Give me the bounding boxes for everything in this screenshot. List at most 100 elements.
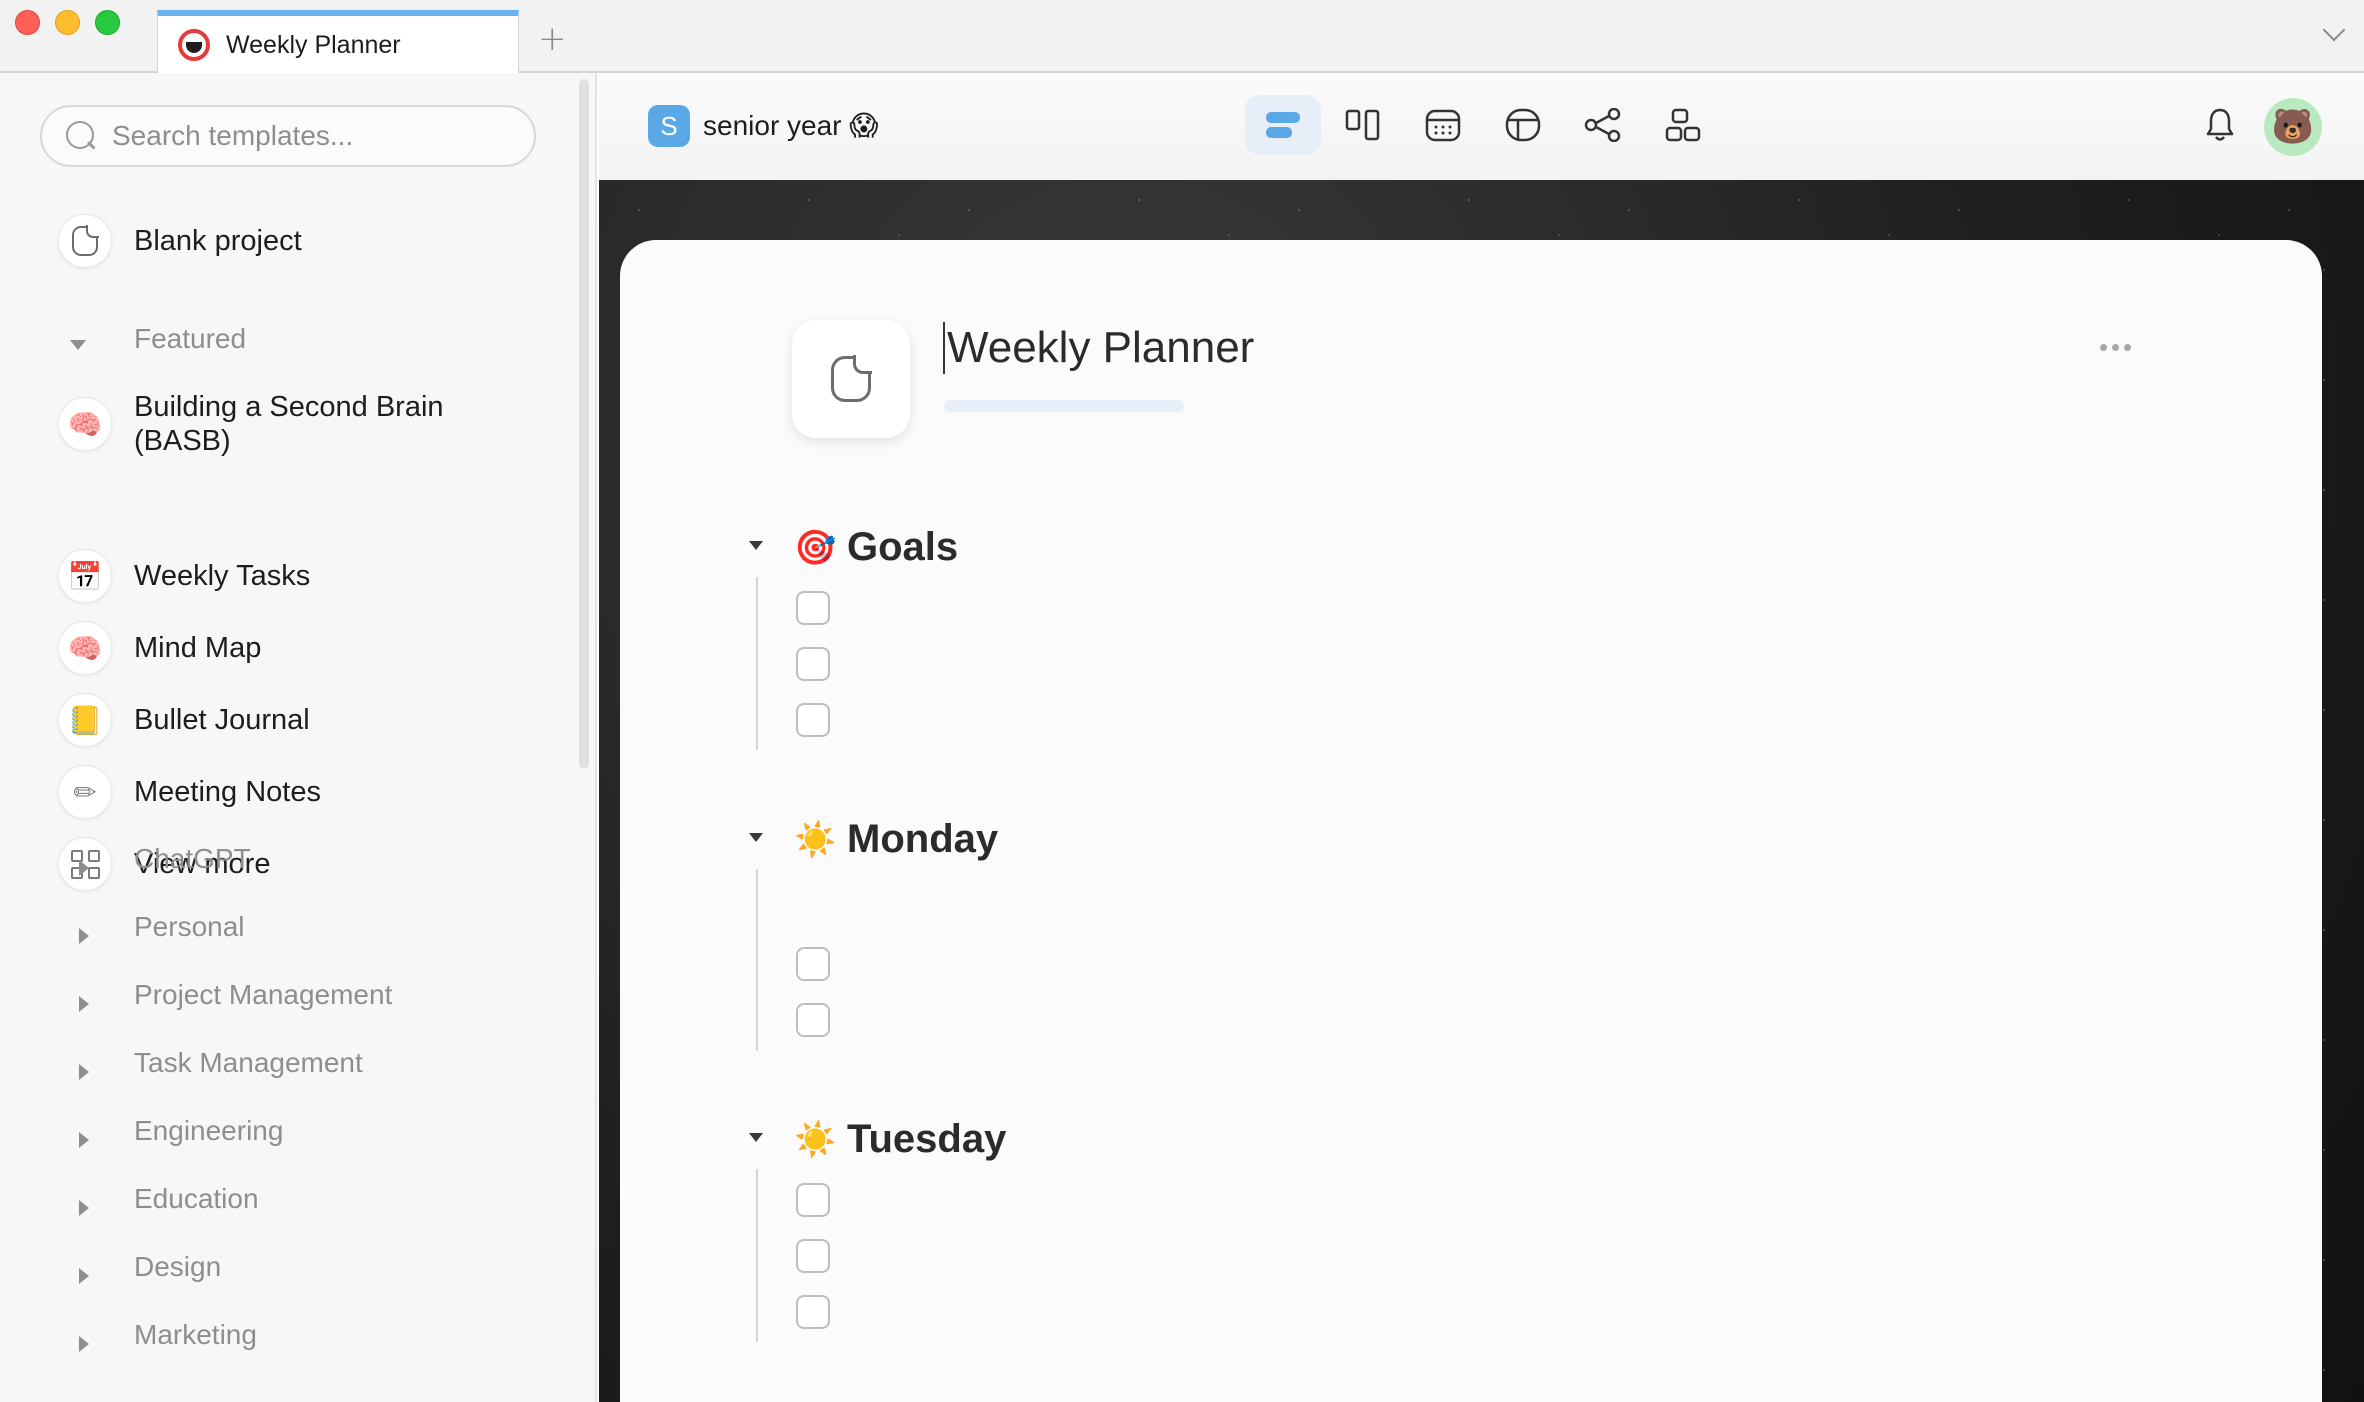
section-personal[interactable]: Personal [70,911,245,944]
pencil-icon: ✏ [58,765,112,819]
section-label: ChatGPT [134,843,251,874]
sidebar-item-basb[interactable]: 🧠 Building a Second Brain (BASB) [58,390,444,458]
minimize-window-button[interactable] [55,10,80,35]
calendar-icon: 📅 [58,549,112,603]
checkbox[interactable] [796,647,830,681]
target-icon: 🎯 [794,528,837,568]
workspace-badge[interactable]: S [648,105,690,147]
app-logo-icon [178,29,210,61]
tab-title: Weekly Planner [226,30,401,59]
document-icon[interactable] [792,320,910,438]
checkbox[interactable] [796,703,830,737]
section-chatgpt[interactable]: ChatGPT [70,843,251,876]
calendar-view-button[interactable] [1405,95,1481,155]
sidebar-item-label: Meeting Notes [134,776,321,808]
caret-right-icon [79,1268,89,1284]
new-tab-button[interactable]: + [538,22,567,56]
search-icon [66,121,96,151]
page-title[interactable]: Weekly Planner [943,322,1254,374]
section-featured[interactable]: Featured [70,323,246,354]
sun-icon: ☀️ [794,1120,837,1160]
tab-weekly-planner[interactable]: Weekly Planner [157,10,519,74]
section-label: Marketing [134,1319,257,1350]
chevron-down-icon[interactable] [2322,18,2346,42]
avatar[interactable]: 🐻 [2264,98,2322,156]
window-titlebar: Weekly Planner + [0,0,2364,74]
zoom-window-button[interactable] [95,10,120,35]
board-view-button[interactable] [1325,95,1401,155]
brain-icon: 🧠 [58,621,112,675]
checkbox[interactable] [796,1003,830,1037]
mindmap-view-icon [1584,108,1621,142]
sidebar-item-label: Weekly Tasks [134,560,311,592]
section-project-management[interactable]: Project Management [70,979,392,1012]
page-icon [831,355,872,402]
title-progress [944,400,1184,412]
section-label: Featured [134,323,247,354]
brain-icon: 🧠 [58,397,112,451]
caret-right-icon [79,1064,89,1080]
section-heading-tuesday[interactable]: Tuesday [847,1117,1006,1162]
section-guide-line [756,1169,758,1342]
checkbox[interactable] [796,1183,830,1217]
caret-down-icon [749,833,763,842]
sidebar: Blank project Featured 🧠 Building a Seco… [0,73,597,1402]
section-toggle-tuesday[interactable] [749,1133,763,1142]
sidebar-item-mind-map[interactable]: 🧠 Mind Map [58,621,261,675]
caret-right-icon [79,996,89,1012]
outline-view-button[interactable] [1245,95,1321,155]
caret-right-icon [79,1132,89,1148]
section-label: Design [134,1251,222,1282]
bell-icon[interactable] [2205,107,2235,143]
section-heading-monday[interactable]: Monday [847,817,998,862]
section-label: Personal [134,911,245,942]
main-toolbar: S senior year 😱 🐻 [599,73,2364,180]
caret-down-icon [749,1133,763,1142]
board-view-icon [1345,109,1380,141]
section-heading-goals[interactable]: Goals [847,525,958,570]
section-label: Education [134,1183,259,1214]
close-window-button[interactable] [15,10,40,35]
sidebar-item-meeting-notes[interactable]: ✏ Meeting Notes [58,765,321,819]
table-view-button[interactable] [1485,95,1561,155]
checkbox[interactable] [796,1239,830,1273]
section-guide-line [756,869,758,1051]
section-toggle-monday[interactable] [749,833,763,842]
section-engineering[interactable]: Engineering [70,1115,283,1148]
checkbox[interactable] [796,947,830,981]
table-view-icon [1505,108,1541,142]
caret-down-icon [70,340,86,350]
section-label: Task Management [134,1047,363,1078]
section-label: Project Management [134,979,393,1010]
widgets-view-icon [1665,108,1701,142]
sidebar-item-label: Building a Second Brain (BASB) [134,391,444,457]
checkbox[interactable] [796,1295,830,1329]
page-icon [58,214,112,268]
section-task-management[interactable]: Task Management [70,1047,363,1080]
caret-right-icon [79,860,89,876]
sidebar-scrollbar[interactable] [579,79,589,769]
section-label: Engineering [134,1115,284,1146]
sidebar-item-weekly-tasks[interactable]: 📅 Weekly Tasks [58,549,310,603]
widgets-view-button[interactable] [1645,95,1721,155]
search-box[interactable] [40,105,536,167]
caret-right-icon [79,1200,89,1216]
section-marketing[interactable]: Marketing [70,1319,257,1352]
outline-view-icon [1266,112,1300,138]
checkbox[interactable] [796,591,830,625]
sidebar-item-blank-project[interactable]: Blank project [58,214,302,268]
caret-right-icon [79,1336,89,1352]
calendar-view-icon [1425,109,1461,142]
search-input[interactable] [112,120,512,152]
sidebar-item-label: Mind Map [134,632,262,664]
more-options-button[interactable] [2100,344,2131,351]
mindmap-view-button[interactable] [1565,95,1641,155]
sun-icon: ☀️ [794,820,837,860]
section-toggle-goals[interactable] [749,541,763,550]
notebook-icon: 📒 [58,693,112,747]
section-education[interactable]: Education [70,1183,259,1216]
workspace-name[interactable]: senior year 😱 [703,109,878,142]
caret-down-icon [749,541,763,550]
section-design[interactable]: Design [70,1251,221,1284]
sidebar-item-bullet-journal[interactable]: 📒 Bullet Journal [58,693,310,747]
